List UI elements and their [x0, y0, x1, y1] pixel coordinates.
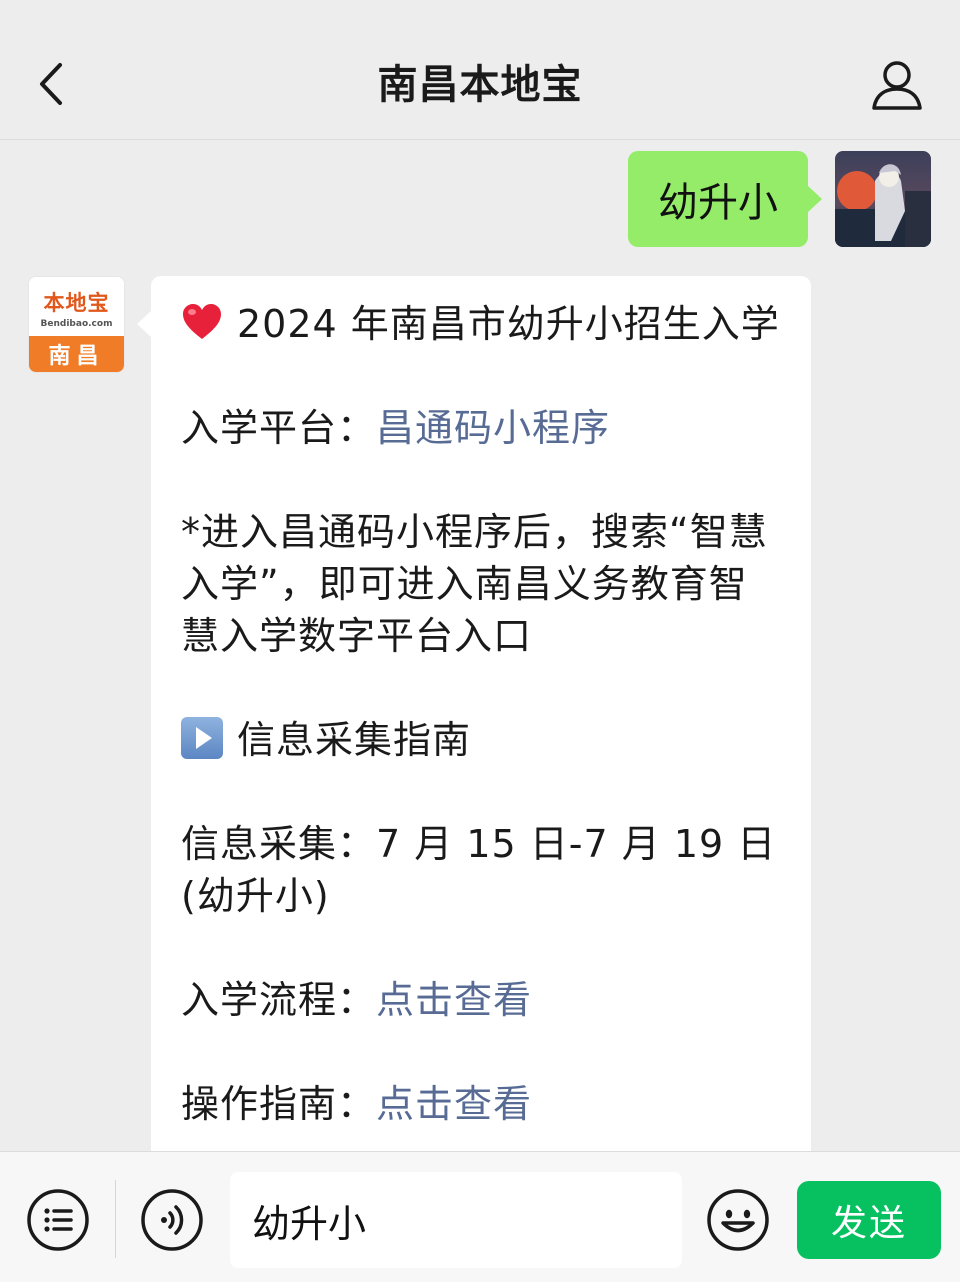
platform-label: 入学平台：: [181, 406, 377, 450]
top-nav-bar: 南昌本地宝: [0, 0, 960, 140]
collect-dates: 7 月 15 日-7 月 19 日: [376, 822, 777, 866]
guide-link[interactable]: 点击查看: [376, 1082, 532, 1126]
voice-icon: [141, 1189, 203, 1251]
section-title-line: 信息采集指南: [181, 714, 781, 766]
bot-logo-city: 南昌: [29, 336, 124, 372]
guide-line: 操作指南：点击查看: [181, 1078, 781, 1130]
user-message-text: 幼升小: [658, 180, 778, 226]
menu-icon: [27, 1189, 89, 1251]
note-line-2: 入学”，即可进入南昌义务教育智: [181, 562, 748, 606]
heart-icon: [183, 304, 221, 339]
emoji-button[interactable]: [706, 1188, 770, 1252]
user-avatar-image: [835, 151, 931, 247]
collect-note: (幼升小): [181, 874, 330, 918]
process-link[interactable]: 点击查看: [376, 978, 532, 1022]
bot-logo: 本地宝 Bendibao.com: [29, 277, 124, 337]
input-bar: 发送: [0, 1151, 960, 1282]
emoji-icon: [707, 1189, 769, 1251]
profile-button[interactable]: [862, 50, 932, 120]
send-button[interactable]: 发送: [797, 1181, 941, 1259]
bot-logo-domain: Bendibao.com: [40, 319, 113, 329]
voice-button[interactable]: [140, 1188, 204, 1252]
note-line-1: *进入昌通码小程序后，搜索“智慧: [181, 510, 768, 554]
process-line: 入学流程：点击查看: [181, 974, 781, 1026]
bot-message-bubble[interactable]: 2024 年南昌市幼升小招生入学 入学平台：昌通码小程序 *进入昌通码小程序后，…: [137, 276, 811, 1151]
message-input[interactable]: [230, 1172, 682, 1268]
message-title-line: 2024 年南昌市幼升小招生入学: [181, 298, 781, 350]
divider: [115, 1180, 116, 1258]
collect-line: 信息采集：7 月 15 日-7 月 19 日: [181, 818, 781, 870]
message-title: 2024 年南昌市幼升小招生入学: [237, 302, 780, 346]
platform-link[interactable]: 昌通码小程序: [376, 406, 610, 450]
collect-label: 信息采集：: [181, 822, 377, 866]
bot-avatar[interactable]: 本地宝 Bendibao.com 南昌: [28, 276, 125, 373]
user-avatar[interactable]: [835, 151, 931, 247]
profile-icon: [872, 61, 922, 110]
bot-logo-name: 本地宝: [43, 290, 110, 315]
chat-area[interactable]: 幼升小 本地宝 Bendibao.com 南昌 2024 年南昌市幼升小招生入学…: [0, 141, 960, 1151]
menu-button[interactable]: [26, 1188, 90, 1252]
note-line-3: 慧入学数字平台入口: [181, 614, 533, 658]
chat-title: 南昌本地宝: [377, 62, 583, 108]
section-title: 信息采集指南: [237, 718, 472, 762]
platform-line: 入学平台：昌通码小程序: [181, 402, 781, 454]
guide-label: 操作指南：: [181, 1082, 377, 1126]
user-message-bubble[interactable]: 幼升小: [628, 151, 822, 247]
play-icon: [181, 717, 223, 759]
process-label: 入学流程：: [181, 978, 377, 1022]
